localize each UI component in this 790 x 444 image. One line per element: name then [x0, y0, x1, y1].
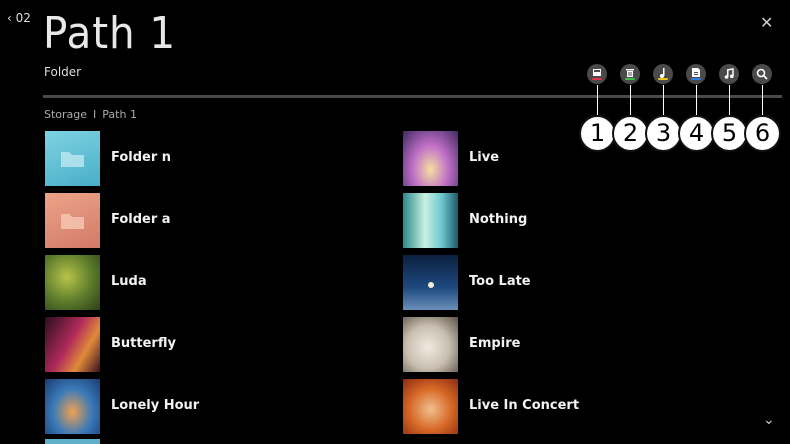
- list-item-butterfly[interactable]: Butterfly: [45, 317, 345, 373]
- list-item-live-in-concert[interactable]: Live In Concert: [403, 379, 723, 435]
- album-art: [45, 379, 100, 434]
- page-title: Path 1: [43, 8, 177, 59]
- item-label: Butterfly: [111, 336, 176, 351]
- album-art: [403, 193, 458, 248]
- album-art: [403, 255, 458, 310]
- callout-line-4: [696, 85, 697, 116]
- music-button[interactable]: [719, 64, 739, 84]
- item-label: Luda: [111, 274, 147, 289]
- delete-button[interactable]: [620, 64, 640, 84]
- album-art: [403, 379, 458, 434]
- callout-line-6: [762, 85, 763, 116]
- list-item-folder-a[interactable]: Folder a: [45, 193, 345, 249]
- next-row-thumbnail-peek: [45, 439, 100, 444]
- copy-icon: [593, 69, 601, 76]
- playlist-icon: [660, 68, 665, 78]
- list-item-lonely-hour[interactable]: Lonely Hour: [45, 379, 345, 435]
- back-page-number: 02: [15, 11, 31, 25]
- header-divider: [43, 95, 782, 98]
- album-art: [45, 255, 100, 310]
- album-art: [45, 317, 100, 372]
- list-item-nothing[interactable]: Nothing: [403, 193, 723, 249]
- breadcrumb-separator: I: [93, 108, 97, 121]
- blue-key-indicator: [691, 78, 701, 80]
- album-art: [403, 131, 458, 186]
- item-label: Lonely Hour: [111, 398, 200, 413]
- folder-icon: [61, 152, 84, 167]
- callout-line-5: [729, 85, 730, 116]
- search-icon: [756, 68, 768, 80]
- item-label: Live In Concert: [469, 398, 580, 413]
- file-info-icon: [692, 68, 700, 77]
- list-item-too-late[interactable]: Too Late: [403, 255, 723, 311]
- green-key-indicator: [625, 78, 635, 80]
- breadcrumb: Storage I Path 1: [44, 108, 137, 121]
- folder-thumbnail: [45, 193, 100, 248]
- scroll-down-button[interactable]: ⌄: [763, 412, 775, 428]
- folder-icon: [61, 214, 84, 229]
- item-label: Too Late: [469, 274, 531, 289]
- red-key-indicator: [592, 78, 602, 80]
- delete-icon: [626, 69, 634, 77]
- yellow-key-indicator: [658, 78, 668, 80]
- folder-thumbnail: [45, 131, 100, 186]
- item-label: Folder a: [111, 212, 171, 227]
- search-button[interactable]: [752, 64, 772, 84]
- callout-6: 6: [744, 115, 781, 152]
- list-item-luda[interactable]: Luda: [45, 255, 345, 311]
- breadcrumb-current: Path 1: [102, 108, 137, 121]
- page-subtitle: Folder: [44, 65, 82, 79]
- item-label: Empire: [469, 336, 521, 351]
- music-icon: [724, 68, 734, 79]
- chevron-left-icon: ‹: [7, 11, 12, 25]
- item-label: Live: [469, 150, 500, 165]
- callout-line-1: [597, 85, 598, 116]
- list-item-folder-n[interactable]: Folder n: [45, 131, 345, 187]
- back-button[interactable]: ‹ 02: [7, 11, 31, 25]
- moon-icon: [428, 282, 434, 288]
- callout-line-3: [663, 85, 664, 116]
- playlist-button[interactable]: [653, 64, 673, 84]
- item-label: Folder n: [111, 150, 172, 165]
- list-item-empire[interactable]: Empire: [403, 317, 723, 373]
- close-button[interactable]: ✕: [760, 13, 773, 32]
- list-item-live[interactable]: Live: [403, 131, 723, 187]
- item-label: Nothing: [469, 212, 528, 227]
- breadcrumb-root[interactable]: Storage: [44, 108, 87, 121]
- album-art: [403, 317, 458, 372]
- copy-button[interactable]: [587, 64, 607, 84]
- callout-line-2: [630, 85, 631, 116]
- file-info-button[interactable]: [686, 64, 706, 84]
